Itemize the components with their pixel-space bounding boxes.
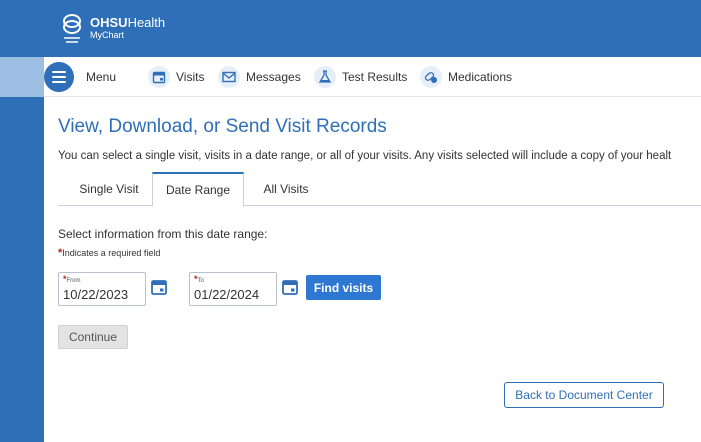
to-date-value: 01/22/2024 — [194, 287, 260, 302]
page-subtitle: You can select a single visit, visits in… — [58, 150, 672, 162]
left-rail — [0, 57, 44, 442]
calendar-icon — [148, 66, 170, 88]
page-title: View, Download, or Send Visit Records — [58, 116, 387, 137]
logo-subtitle: MyChart — [90, 30, 125, 40]
ohsu-logo-icon — [63, 14, 81, 43]
tab-date-range[interactable]: Date Range — [152, 172, 244, 207]
tab-all-visits[interactable]: All Visits — [250, 172, 322, 206]
flask-icon — [314, 66, 336, 88]
calendar-icon — [282, 280, 298, 295]
from-date-label: From — [66, 278, 81, 284]
nav-item-visits[interactable]: Visits — [148, 66, 204, 88]
ohsu-mychart-logo[interactable]: OHSUHealth MyChart — [60, 10, 165, 46]
tab-single-visit[interactable]: Single Visit — [66, 172, 152, 206]
app-header: OHSUHealth MyChart — [0, 0, 701, 57]
nav-menu-label[interactable]: Menu — [86, 66, 116, 88]
from-date-value: 10/22/2023 — [63, 287, 129, 302]
menu-button[interactable] — [44, 62, 74, 92]
to-date-field[interactable]: *To 01/22/2024 — [189, 272, 277, 306]
nav-item-medications[interactable]: Medications — [420, 66, 512, 88]
nav-bar: Menu Visits Messages Test Results Medica… — [44, 57, 701, 97]
date-range-label: Select information from this date range: — [58, 227, 268, 241]
nav-item-test-results[interactable]: Test Results — [314, 66, 407, 88]
from-calendar-button[interactable] — [150, 278, 168, 296]
to-calendar-button[interactable] — [281, 278, 299, 296]
pills-icon — [420, 66, 442, 88]
back-to-document-center-button[interactable]: Back to Document Center — [504, 382, 664, 408]
logo-brand-rest: Health — [127, 15, 166, 30]
continue-button[interactable]: Continue — [58, 325, 128, 349]
required-field-note: *Indicates a required field — [58, 247, 161, 259]
to-date-label: To — [197, 278, 204, 284]
envelope-icon — [218, 66, 240, 88]
calendar-icon — [151, 280, 167, 295]
from-date-field[interactable]: *From 10/22/2023 — [58, 272, 146, 306]
left-rail-notch — [0, 57, 44, 97]
logo-brand-bold: OHSU — [90, 15, 128, 30]
tab-bar: Single Visit Date Range All Visits — [58, 172, 701, 207]
find-visits-button[interactable]: Find visits — [306, 275, 381, 300]
nav-item-messages[interactable]: Messages — [218, 66, 301, 88]
